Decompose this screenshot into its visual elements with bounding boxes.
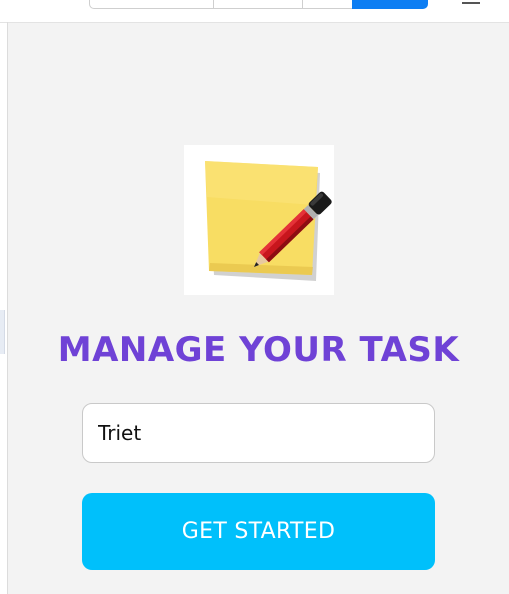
toolbar-segment-1[interactable]: [89, 0, 214, 9]
get-started-button[interactable]: GET STARTED: [82, 493, 435, 570]
top-toolbar: [0, 0, 509, 23]
page-title: MANAGE YOUR TASK: [57, 330, 460, 370]
menu-icon[interactable]: [462, 0, 480, 4]
app-window: MANAGE YOUR TASK GET STARTED: [0, 0, 509, 594]
toolbar-segment-3[interactable]: [302, 0, 353, 9]
name-input[interactable]: [82, 403, 435, 463]
resize-handle[interactable]: [0, 310, 5, 354]
toolbar-segment-active[interactable]: [352, 0, 428, 9]
toolbar-segment-2[interactable]: [213, 0, 303, 9]
main-content: MANAGE YOUR TASK GET STARTED: [8, 23, 509, 594]
sticky-note-pencil-icon: [184, 145, 334, 295]
